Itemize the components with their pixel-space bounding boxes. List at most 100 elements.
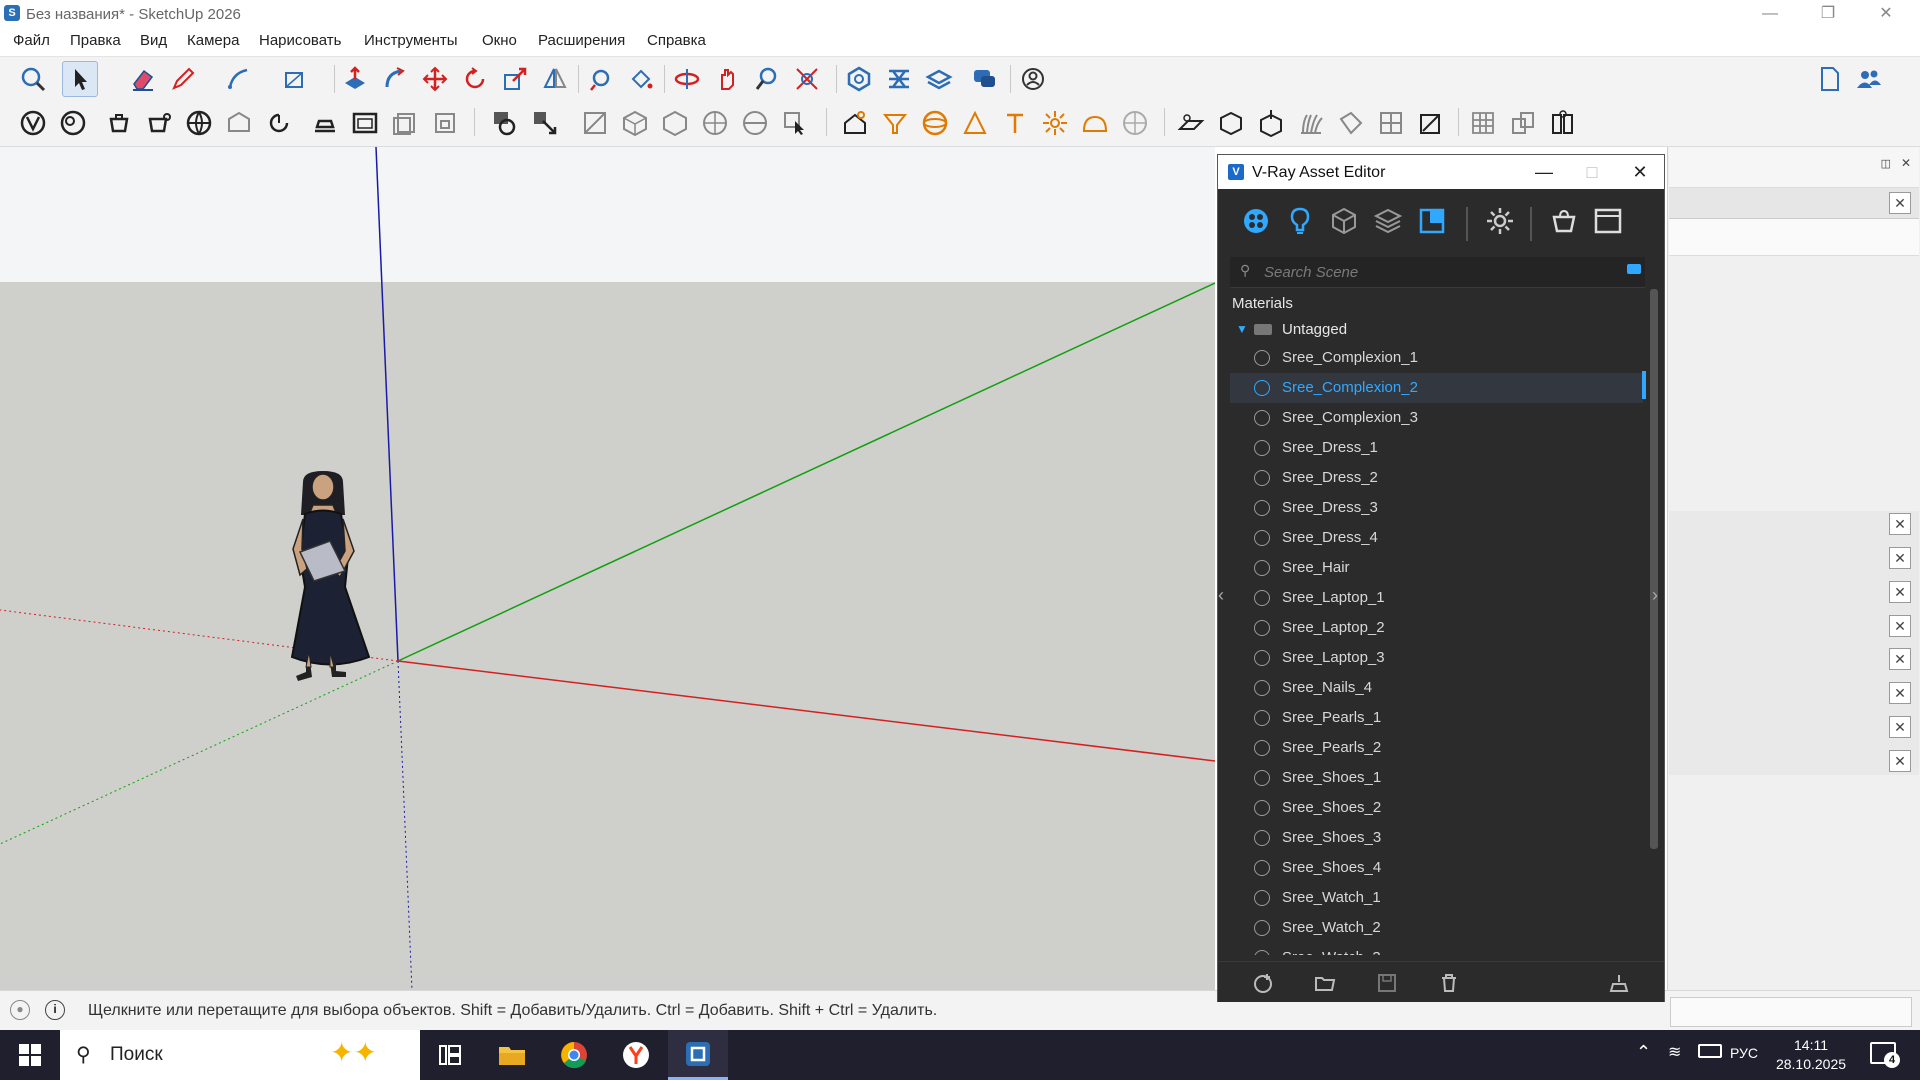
vray-infinite-plane-icon[interactable] <box>1174 106 1208 140</box>
close-button[interactable]: ✕ <box>1858 0 1914 28</box>
settings-tab-icon[interactable] <box>1484 205 1516 237</box>
vray-cube-icon[interactable] <box>658 106 692 140</box>
rotate-icon[interactable] <box>458 62 492 96</box>
expand-right-arrow-icon[interactable]: › <box>1652 585 1658 606</box>
vray-render-icon[interactable] <box>16 106 50 140</box>
orbit-icon[interactable] <box>670 62 704 96</box>
yandex-browser-icon[interactable] <box>606 1030 666 1080</box>
vray-lock-icon[interactable] <box>428 106 462 140</box>
tray-overflow-icon[interactable]: ⌃ <box>1636 1042 1651 1063</box>
material-item[interactable]: Sree_Complexion_1 <box>1230 343 1643 373</box>
file-explorer-icon[interactable] <box>482 1030 542 1080</box>
model-viewport[interactable] <box>0 147 1215 990</box>
close-panel-icon[interactable]: ✕ <box>1889 682 1911 704</box>
vray-omni-light-icon[interactable] <box>998 106 1032 140</box>
pan-icon[interactable] <box>710 62 744 96</box>
render-elements-tab-icon[interactable] <box>1416 205 1448 237</box>
task-view-icon[interactable] <box>420 1030 480 1080</box>
menu-file[interactable]: Файл <box>13 32 50 49</box>
extension-warehouse-icon[interactable] <box>882 62 916 96</box>
close-panel-icon[interactable]: ✕ <box>1889 581 1911 603</box>
tape-measure-icon[interactable] <box>584 62 618 96</box>
save-icon[interactable] <box>1374 970 1400 996</box>
close-panel-icon[interactable]: ✕ <box>1889 547 1911 569</box>
paint-bucket-icon[interactable] <box>624 62 658 96</box>
material-item[interactable]: Sree_Watch_3 <box>1230 943 1643 955</box>
purge-icon[interactable] <box>1606 970 1632 996</box>
vray-chaos-cloud-icon[interactable] <box>308 106 342 140</box>
vray-interactive-icon[interactable] <box>56 106 90 140</box>
vray-lightmix-icon[interactable] <box>222 106 256 140</box>
zoom-icon[interactable] <box>16 62 50 96</box>
users-icon[interactable] <box>1852 62 1886 96</box>
vray-minimize-button[interactable]: — <box>1520 155 1568 189</box>
untagged-group-row[interactable]: ▼ Untagged <box>1232 319 1652 343</box>
material-item[interactable]: Sree_Shoes_1 <box>1230 763 1643 793</box>
material-item[interactable]: Sree_Watch_2 <box>1230 913 1643 943</box>
material-item[interactable]: Sree_Pearls_2 <box>1230 733 1643 763</box>
frame-buffer-icon[interactable] <box>1592 205 1624 237</box>
delete-icon[interactable] <box>1436 970 1462 996</box>
material-item[interactable]: Sree_Dress_4 <box>1230 523 1643 553</box>
vray-sun-icon[interactable] <box>1038 106 1072 140</box>
textures-tab-icon[interactable] <box>1372 205 1404 237</box>
geo-location-icon[interactable]: ● <box>10 1000 30 1020</box>
chrome-icon[interactable] <box>544 1030 604 1080</box>
push-pull-icon[interactable] <box>338 62 372 96</box>
pencil-icon[interactable] <box>166 62 200 96</box>
measurements-box[interactable] <box>1670 997 1912 1027</box>
material-item[interactable]: Sree_Dress_2 <box>1230 463 1643 493</box>
vray-sphere-light-icon[interactable] <box>488 106 522 140</box>
battery-icon[interactable] <box>1698 1044 1722 1058</box>
wifi-icon[interactable]: ≋ <box>1668 1042 1681 1062</box>
material-item[interactable]: Sree_Watch_1 <box>1230 883 1643 913</box>
close-panel-icon[interactable]: ✕ <box>1889 192 1911 214</box>
material-item[interactable]: Sree_Dress_3 <box>1230 493 1643 523</box>
taskbar-search[interactable]: ⚲ Поиск ✦✦ <box>60 1030 420 1080</box>
lights-tab-icon[interactable] <box>1284 205 1316 237</box>
vray-frame-buffer-icon[interactable] <box>182 106 216 140</box>
menu-draw[interactable]: Нарисовать <box>259 32 341 49</box>
geometry-tab-icon[interactable] <box>1328 205 1360 237</box>
chat-icon[interactable] <box>968 62 1002 96</box>
vray-decal-icon[interactable] <box>1334 106 1368 140</box>
vray-export-proxy-icon[interactable] <box>1214 106 1248 140</box>
zoom-extents-icon[interactable] <box>790 62 824 96</box>
scrollbar-thumb[interactable] <box>1650 289 1658 849</box>
material-item[interactable]: Sree_Complexion_2 <box>1230 373 1643 403</box>
close-panel-icon[interactable]: ✕ <box>1889 716 1911 738</box>
vray-history-icon[interactable] <box>388 106 422 140</box>
vray-ies-light-icon[interactable] <box>958 106 992 140</box>
menu-extensions[interactable]: Расширения <box>538 32 625 49</box>
collapse-left-arrow-icon[interactable]: ‹ <box>1218 585 1224 606</box>
warehouse-icon[interactable] <box>842 62 876 96</box>
vray-sphere-gray-icon[interactable] <box>1118 106 1152 140</box>
material-item[interactable]: Sree_Hair <box>1230 553 1643 583</box>
vray-clipper-icon[interactable] <box>1374 106 1408 140</box>
restore-button[interactable]: ❐ <box>1800 0 1856 28</box>
vray-proxy-icon[interactable] <box>528 106 562 140</box>
vray-render-region-icon[interactable] <box>348 106 382 140</box>
flip-icon[interactable] <box>538 62 572 96</box>
vray-mesh-clipper-icon[interactable] <box>1414 106 1448 140</box>
vray-close-button[interactable]: ✕ <box>1616 155 1664 189</box>
vray-sphere-light-orange-icon[interactable] <box>918 106 952 140</box>
vray-spot-light-icon[interactable] <box>878 106 912 140</box>
close-panel-icon[interactable]: ✕ <box>1889 615 1911 637</box>
menu-edit[interactable]: Правка <box>70 32 121 49</box>
new-file-icon[interactable] <box>1812 62 1846 96</box>
language-indicator[interactable]: РУС <box>1730 1045 1758 1061</box>
search-scene-input[interactable] <box>1262 261 1606 283</box>
pin-icon[interactable]: ◫ <box>1881 157 1891 170</box>
material-item[interactable]: Sree_Nails_4 <box>1230 673 1643 703</box>
material-item[interactable]: Sree_Dress_1 <box>1230 433 1643 463</box>
vray-maximize-button[interactable]: □ <box>1568 155 1616 189</box>
menu-help[interactable]: Справка <box>647 32 706 49</box>
close-panel-icon[interactable]: ✕ <box>1889 750 1911 772</box>
vray-instancer-icon[interactable] <box>1506 106 1540 140</box>
rectangle-tool-icon[interactable] <box>278 62 312 96</box>
vray-dome-light-icon[interactable] <box>838 106 872 140</box>
copilot-sparkle-icon[interactable]: ✦✦ <box>330 1036 377 1069</box>
open-folder-icon[interactable] <box>1312 970 1338 996</box>
vray-scatter-icon[interactable] <box>1546 106 1580 140</box>
